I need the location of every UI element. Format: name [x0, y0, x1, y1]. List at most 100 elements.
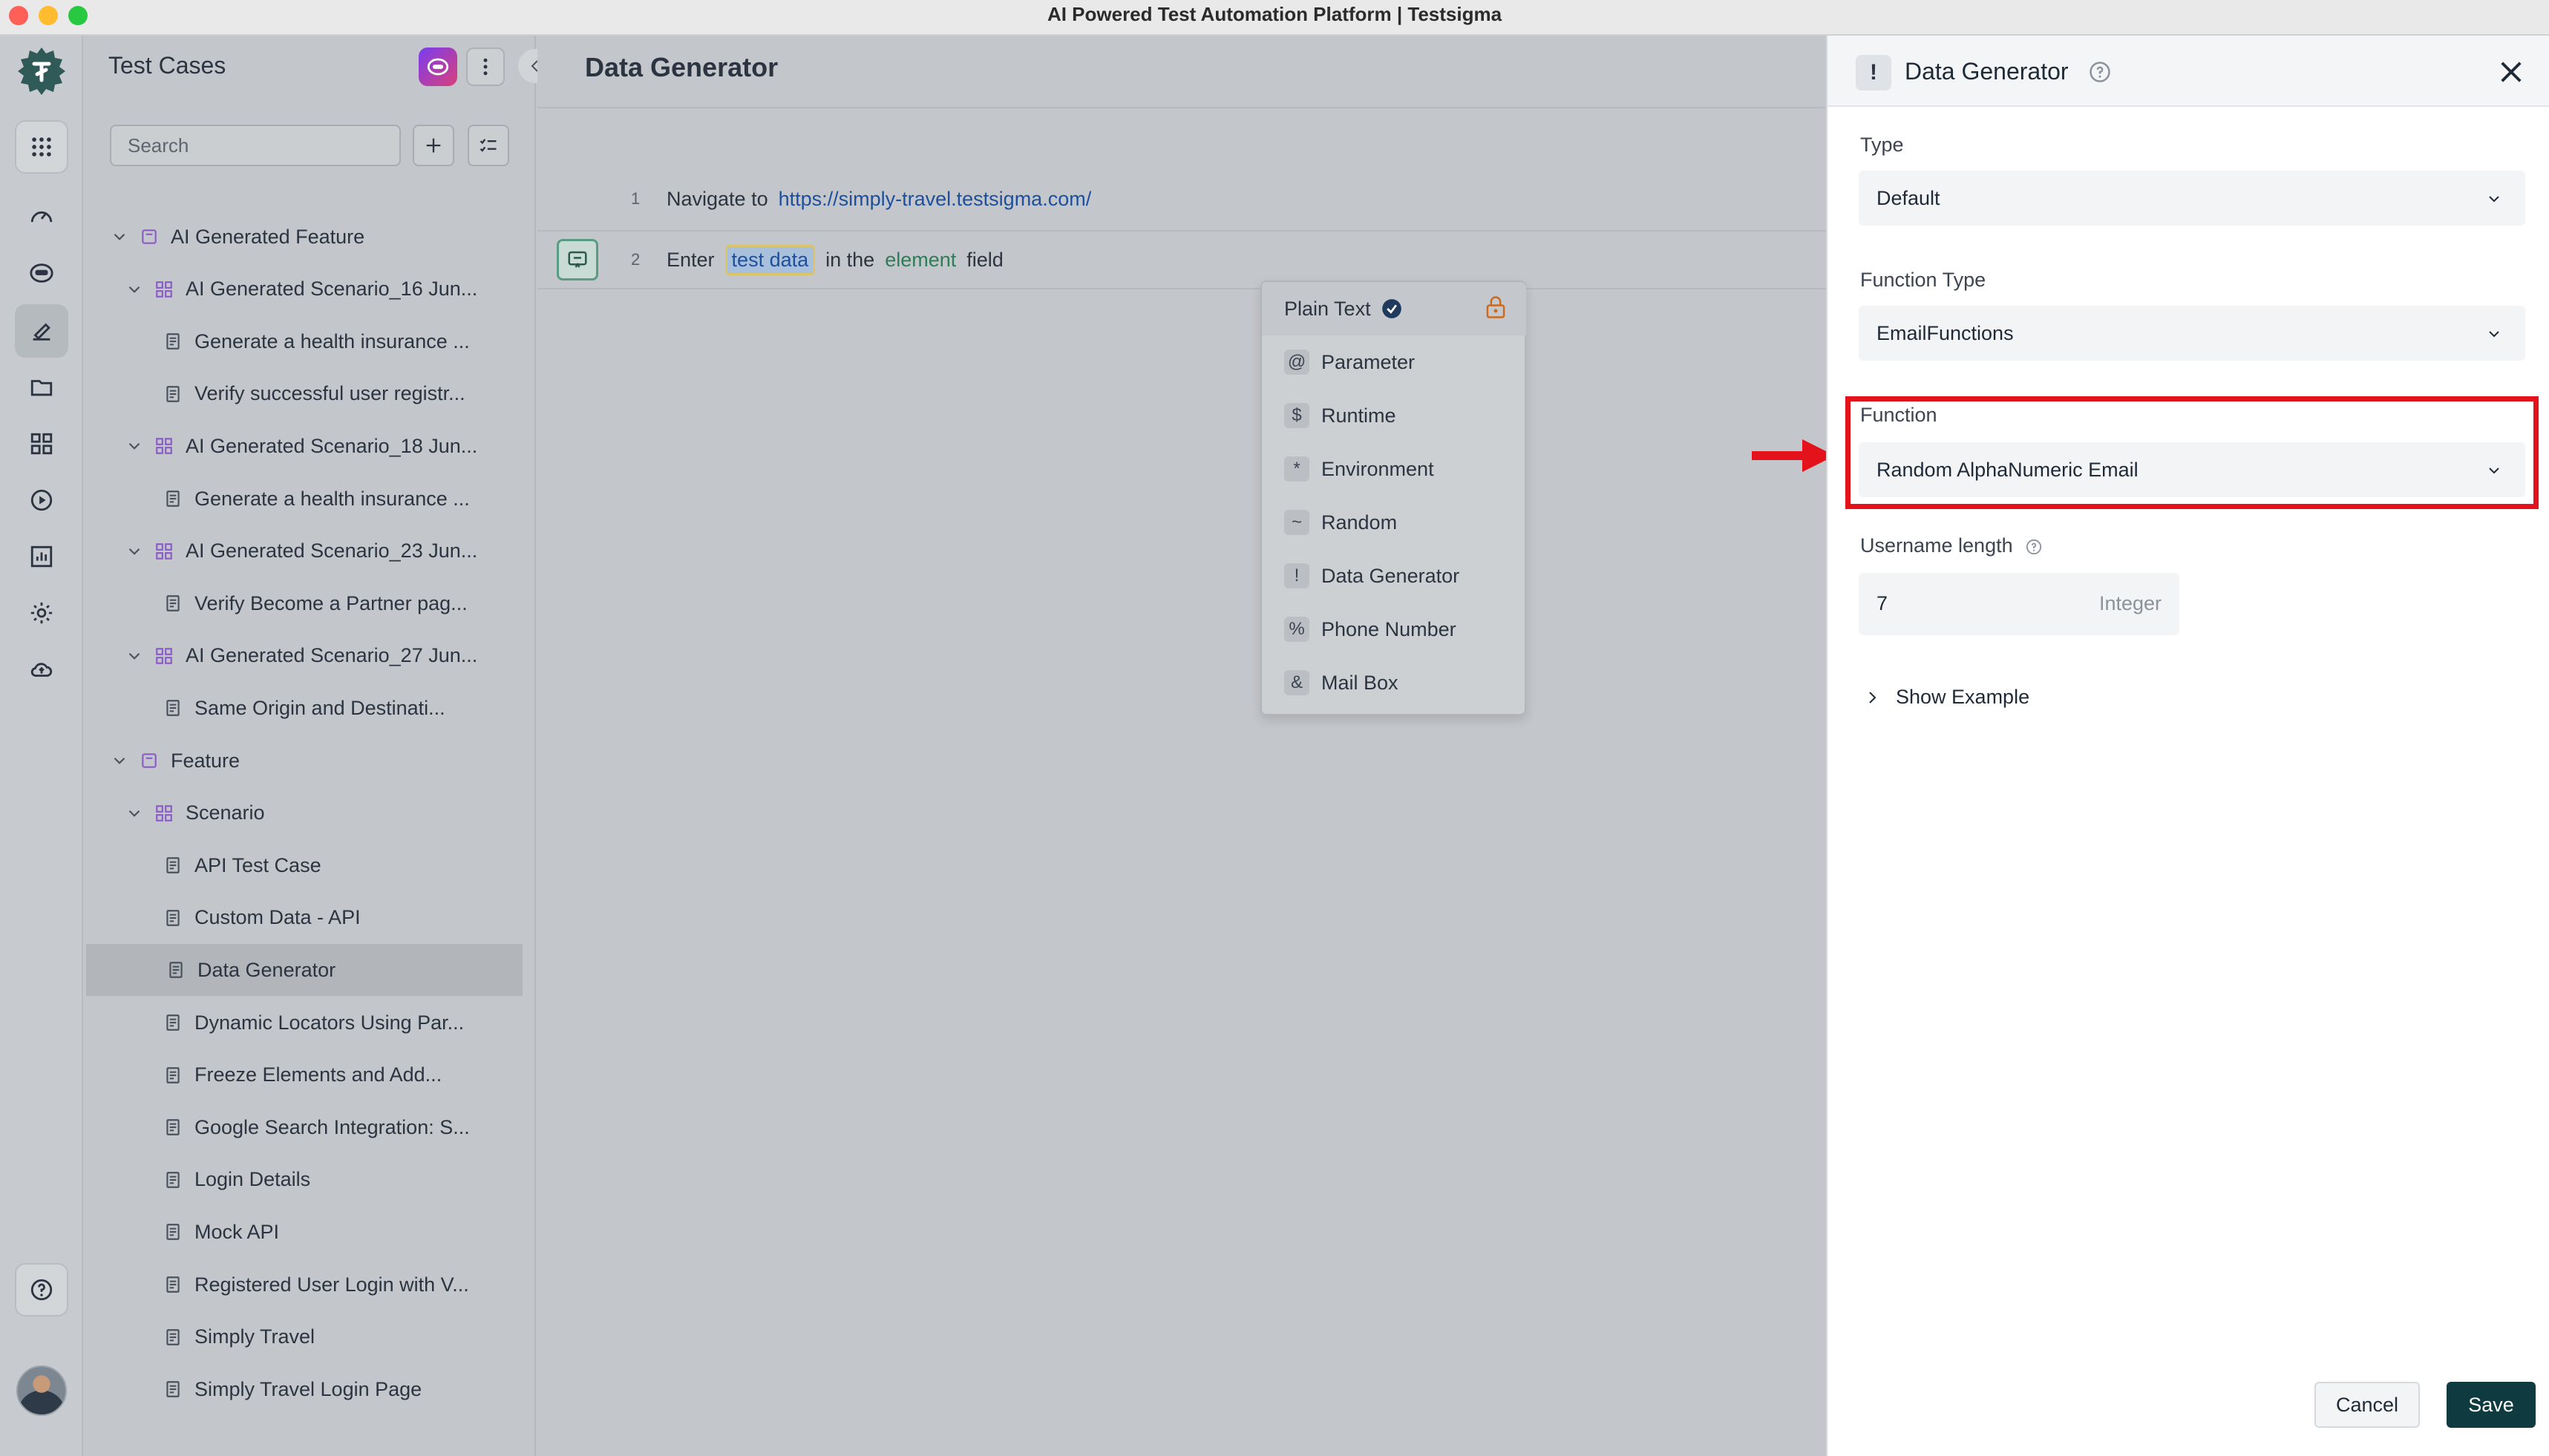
chevron-down-icon[interactable] [125, 542, 144, 561]
menu-item-environment[interactable]: * Environment [1262, 442, 1526, 496]
type-value: Default [1876, 186, 1940, 209]
test-step-1[interactable]: 1 Navigate to https://simply-travel.test… [537, 169, 1826, 229]
username-length-value: 7 [1876, 592, 1888, 614]
step-suffix: field [966, 248, 1004, 271]
check-circle-icon [1381, 299, 1401, 318]
test-case-item[interactable]: Simply Travel [83, 1311, 523, 1363]
plus-icon [426, 138, 441, 153]
test-case-item[interactable]: Login Details [83, 1154, 523, 1206]
folder-icon[interactable] [15, 361, 68, 414]
test-case-item[interactable]: Generate a health insurance ... [83, 315, 523, 367]
menu-item-label: Phone Number [1321, 617, 1456, 640]
chevron-down-icon[interactable] [125, 436, 144, 456]
test-case-item[interactable]: Simply Travel Login Page [83, 1363, 523, 1415]
function-type-value: EmailFunctions [1876, 321, 2014, 344]
chevron-down-icon[interactable] [110, 751, 129, 770]
menu-item-runtime[interactable]: $ Runtime [1262, 389, 1526, 442]
feature-icon [140, 751, 159, 770]
tree-item-label: Generate a health insurance ... [194, 329, 470, 352]
ai-assistant-button[interactable] [419, 47, 457, 86]
run-icon[interactable] [15, 473, 68, 527]
test-case-item[interactable]: Same Origin and Destinati... [83, 682, 523, 734]
chevron-down-icon[interactable] [125, 646, 144, 666]
menu-item-parameter[interactable]: @ Parameter [1262, 335, 1526, 389]
scenario-item[interactable]: AI Generated Scenario_18 Jun... [83, 420, 523, 472]
user-avatar[interactable] [16, 1365, 67, 1416]
test-step-2[interactable]: 2 Enter test data in the element field [537, 230, 1826, 289]
menu-item-mail-box[interactable]: & Mail Box [1262, 656, 1526, 709]
show-example-toggle[interactable]: Show Example [1863, 686, 2029, 709]
step-connector: in the [825, 248, 875, 271]
scenario-icon [154, 804, 174, 823]
tree-item-label: AI Generated Feature [171, 225, 365, 248]
test-case-item[interactable]: API Test Case [83, 839, 523, 891]
testsigma-logo[interactable] [16, 46, 67, 96]
scenario-item[interactable]: Scenario [83, 787, 523, 839]
agent-icon[interactable] [15, 246, 68, 300]
test-case-icon [163, 1328, 183, 1347]
element-chip[interactable]: element [885, 249, 956, 272]
test-case-item[interactable]: Generate a health insurance ... [83, 473, 523, 525]
filter-button[interactable] [468, 125, 509, 166]
feature-item[interactable]: AI Generated Feature [83, 211, 523, 263]
lock-icon[interactable] [1485, 295, 1507, 319]
more-options-button[interactable] [466, 47, 505, 86]
test-case-icon [163, 1380, 183, 1399]
tree-item-label: AI Generated Scenario_27 Jun... [186, 644, 478, 667]
search-input[interactable] [110, 125, 401, 166]
close-icon[interactable] [2496, 56, 2527, 88]
scenario-item[interactable]: AI Generated Scenario_27 Jun... [83, 630, 523, 682]
left-nav-rail [0, 36, 83, 1456]
menu-item-data-generator[interactable]: ! Data Generator [1262, 549, 1526, 603]
test-data-chip[interactable]: test data [724, 244, 816, 275]
test-case-editor: Data Generator 1 Navigate to https://sim… [537, 36, 1826, 1456]
reports-icon[interactable] [15, 530, 68, 583]
scenario-item[interactable]: AI Generated Scenario_23 Jun... [83, 525, 523, 577]
function-type-select[interactable]: EmailFunctions [1859, 306, 2525, 361]
help-icon[interactable] [2089, 61, 2111, 83]
step-type-button[interactable] [557, 239, 598, 281]
settings-icon[interactable] [15, 586, 68, 640]
test-case-icon [163, 856, 183, 875]
scenario-item[interactable]: AI Generated Scenario_16 Jun... [83, 263, 523, 315]
username-length-input[interactable]: 7 Integer [1859, 573, 2179, 635]
save-button[interactable]: Save [2447, 1382, 2536, 1428]
menu-item-random[interactable]: ~ Random [1262, 496, 1526, 549]
test-case-item[interactable]: Verify successful user registr... [83, 368, 523, 420]
menu-item-plain-text[interactable]: Plain Text [1262, 282, 1526, 335]
type-select[interactable]: Default [1859, 171, 2525, 226]
help-icon[interactable] [2026, 539, 2042, 555]
add-test-case-button[interactable] [413, 125, 454, 166]
apps-icon[interactable] [15, 120, 68, 174]
test-case-item[interactable]: Mock API [83, 1206, 523, 1258]
cloud-icon[interactable] [15, 643, 68, 696]
username-length-unit: Integer [2098, 592, 2162, 614]
cancel-button[interactable]: Cancel [2314, 1382, 2420, 1428]
test-case-item[interactable]: Dynamic Locators Using Par... [83, 997, 523, 1049]
menu-item-label: Environment [1321, 457, 1434, 480]
step-url[interactable]: https://simply-travel.testsigma.com/ [779, 188, 1092, 211]
test-case-item[interactable]: Google Search Integration: S... [83, 1101, 523, 1153]
menu-item-phone-number[interactable]: % Phone Number [1262, 603, 1526, 656]
test-case-item[interactable]: Freeze Elements and Add... [83, 1049, 523, 1101]
tree-item-label: Verify Become a Partner pag... [194, 591, 468, 614]
chevron-down-icon[interactable] [125, 804, 144, 823]
tree-item-label: Dynamic Locators Using Par... [194, 1011, 465, 1034]
tree-item-label: Same Origin and Destinati... [194, 696, 445, 719]
feature-icon [140, 227, 159, 246]
tree-item-label: Scenario [186, 801, 265, 824]
help-icon[interactable] [15, 1263, 68, 1316]
chevron-down-icon[interactable] [125, 280, 144, 299]
panel-header: ! Data Generator [1828, 36, 2549, 107]
checklist-icon [480, 139, 497, 152]
test-case-item[interactable]: Verify Become a Partner pag... [83, 577, 523, 629]
test-case-icon [163, 489, 183, 508]
dashboard-icon[interactable] [15, 190, 68, 243]
test-case-item[interactable]: Custom Data - API [83, 892, 523, 944]
feature-item[interactable]: Feature [83, 735, 523, 787]
modules-icon[interactable] [15, 417, 68, 470]
test-case-item[interactable]: Registered User Login with V... [83, 1259, 523, 1311]
chevron-down-icon[interactable] [110, 227, 129, 246]
test-case-item[interactable]: Data Generator [86, 944, 523, 997]
test-cases-icon[interactable] [15, 304, 68, 358]
